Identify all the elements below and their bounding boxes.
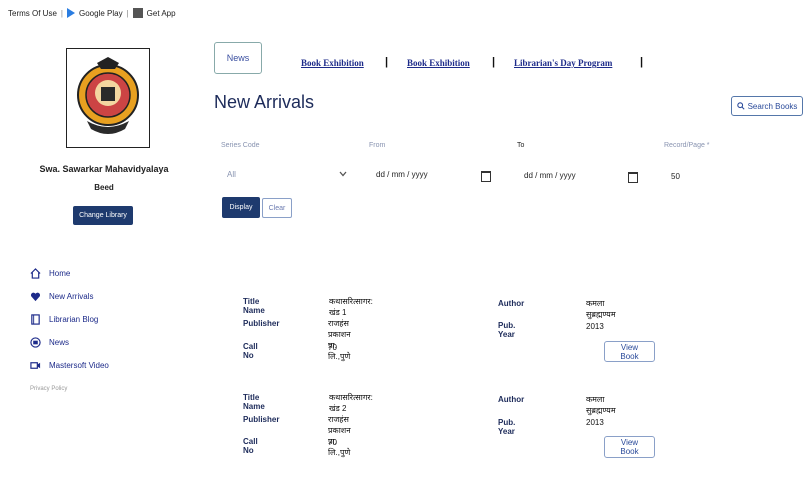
google-play-icon [66,8,75,18]
college-name: Swa. Sawarkar Mahavidyalaya [39,164,169,174]
separator: | [126,8,129,18]
series-code-label: Series Code [221,142,260,149]
tab-news[interactable]: News [214,42,262,74]
tab-librarians-day-program[interactable]: Librarian's Day Program [514,58,612,68]
from-date-value: dd / mm / yyyy [376,170,428,179]
chevron-down-icon [339,171,347,177]
home-icon [30,268,41,279]
clear-button[interactable]: Clear [262,198,292,218]
series-code-value: All [227,170,236,179]
book-publisher: राजहंस प्रकाशन प्रा. लि.,पुणे [328,415,351,457]
book-call-no: 70 [328,438,337,447]
from-date-input[interactable]: dd / mm / yyyy [370,164,495,184]
sidebar-item-new-arrivals[interactable]: New Arrivals [30,285,109,308]
get-app-link[interactable]: Get App [147,9,176,18]
heart-icon [30,292,41,302]
display-button[interactable]: Display [222,197,260,218]
records-per-page-label: Record/Page * [664,142,710,149]
view-book-button[interactable]: View Book [604,436,655,458]
sidebar-item-label: Mastersoft Video [49,361,109,370]
separator: | [60,8,63,18]
author-label: Author [498,395,525,404]
college-logo [66,48,150,148]
sidebar-item-home[interactable]: Home [30,262,109,285]
top-bar: Terms Of Use | Google Play | Get App [8,8,176,18]
call-no-label: Call No [243,437,258,455]
publisher-label: Publisher [243,319,280,328]
news-icon [30,337,41,348]
records-per-page-input[interactable]: 50 [671,172,680,181]
calendar-icon[interactable] [481,171,491,182]
qr-code-icon [132,8,143,18]
sidebar-item-mastersoft-video[interactable]: Mastersoft Video [30,354,109,377]
search-books-label: Search Books [747,101,798,111]
search-icon [736,102,745,110]
book-year: 2013 [586,418,604,427]
sidebar-item-news[interactable]: News [30,331,109,354]
call-no-label: Call No [243,342,258,360]
tab-separator: | [385,56,389,68]
book-icon [31,314,40,325]
college-city: Beed [94,183,114,192]
tab-book-exhibition-2[interactable]: Book Exhibition [407,58,470,68]
tab-separator: | [640,56,644,68]
book-year: 2013 [586,322,604,331]
book-author: कमला सुब्रह्मण्यम [586,395,616,415]
to-label: To [517,142,525,149]
sidebar-item-label: Home [49,269,71,278]
tab-separator: | [492,56,496,68]
sidebar-item-label: New Arrivals [49,292,94,301]
book-author: कमला सुब्रह्मण्यम [586,299,616,319]
pub-year-label: Pub. Year [498,321,516,339]
from-label: From [369,142,386,149]
video-icon [30,362,41,369]
to-date-input[interactable]: dd / mm / yyyy [518,164,643,184]
change-library-button[interactable]: Change Library [73,206,133,225]
terms-link[interactable]: Terms Of Use [8,9,57,18]
book-publisher: राजहंस प्रकाशन प्रा. लि.,पुणे [328,319,351,361]
privacy-policy-link[interactable]: Privacy Policy [30,386,67,392]
title-name-label: Title Name [243,297,265,315]
publisher-label: Publisher [243,415,280,424]
page-title: New Arrivals [214,92,315,112]
book-title: कथासरित्सागर: खंड 1 [329,297,373,317]
book-title: कथासरित्सागर: खंड 2 [329,393,373,413]
calendar-icon[interactable] [628,172,638,183]
google-play-link[interactable]: Google Play [79,9,123,18]
view-book-button[interactable]: View Book [604,341,655,362]
author-label: Author [498,299,525,308]
pub-year-label: Pub. Year [498,418,516,436]
sidebar-nav: Home New Arrivals Librarian Blog News Ma… [30,262,109,377]
tab-book-exhibition[interactable]: Book Exhibition [301,58,364,68]
search-books-button[interactable]: Search Books [731,96,803,116]
series-code-select[interactable]: All [220,164,350,184]
to-date-value: dd / mm / yyyy [524,171,576,180]
sidebar-item-label: News [49,338,70,347]
title-name-label: Title Name [243,393,265,411]
sidebar-item-librarian-blog[interactable]: Librarian Blog [30,308,109,331]
book-call-no: 70 [328,343,337,352]
sidebar-item-label: Librarian Blog [49,315,99,324]
